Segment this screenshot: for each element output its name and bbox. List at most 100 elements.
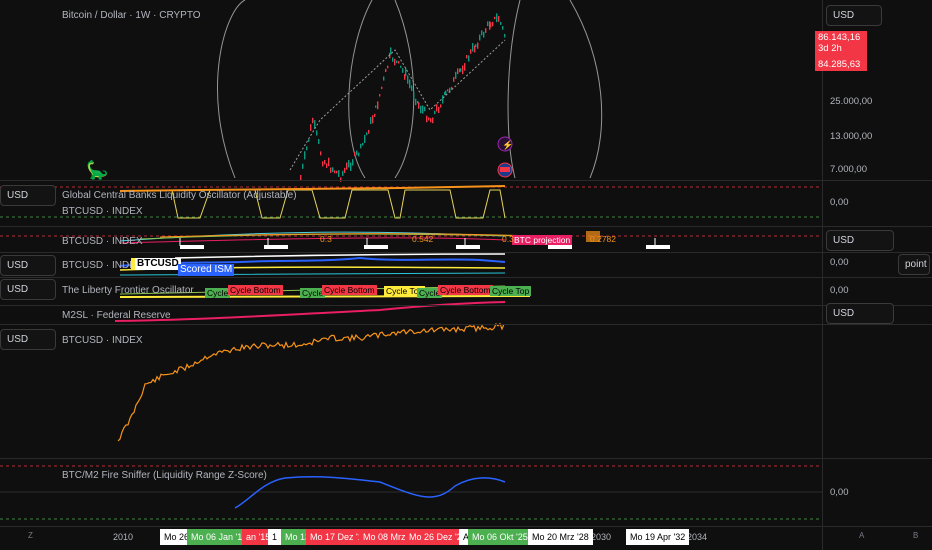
candle bbox=[385, 68, 387, 73]
pane-separator[interactable] bbox=[0, 526, 932, 527]
pane-separator[interactable] bbox=[0, 180, 932, 181]
cycle-value: 0.542 bbox=[412, 234, 434, 244]
candle bbox=[415, 98, 417, 106]
candle bbox=[362, 142, 364, 146]
candle bbox=[377, 101, 379, 110]
candle bbox=[447, 89, 449, 92]
currency-button[interactable]: USD bbox=[826, 303, 894, 324]
candle bbox=[405, 67, 407, 77]
candle bbox=[492, 21, 494, 27]
currency-button[interactable]: USD bbox=[826, 5, 882, 26]
candle bbox=[472, 43, 474, 52]
currency-button[interactable]: USD bbox=[0, 279, 56, 300]
pane-title-liberty[interactable]: The Liberty Frontier Oscillator bbox=[62, 285, 194, 296]
pane-title-cycle[interactable]: BTCUSD · INDEX bbox=[62, 236, 143, 247]
candle bbox=[502, 26, 504, 30]
candle bbox=[356, 150, 358, 156]
event-markers: ⚡ 🦕 bbox=[86, 136, 513, 180]
candle bbox=[336, 170, 338, 174]
candle bbox=[364, 134, 366, 144]
corner-z-icon[interactable]: Z bbox=[28, 531, 33, 540]
pane-separator[interactable] bbox=[0, 277, 932, 278]
candle bbox=[477, 42, 479, 49]
svg-text:⚡: ⚡ bbox=[502, 139, 513, 151]
candle bbox=[500, 21, 502, 25]
candle bbox=[324, 159, 326, 165]
pane-separator[interactable] bbox=[0, 305, 932, 306]
corner-a-icon[interactable]: A bbox=[859, 531, 864, 540]
year-label: 2030 bbox=[591, 532, 612, 542]
candle bbox=[312, 117, 314, 124]
candle bbox=[354, 151, 356, 157]
time-axis-label: Mo 20 Mrz '28 bbox=[528, 529, 593, 545]
candle bbox=[426, 115, 428, 123]
pane-separator[interactable] bbox=[0, 226, 932, 227]
ism-white-line bbox=[174, 253, 506, 259]
candle bbox=[332, 167, 334, 173]
chart-canvas[interactable]: ⚡ 🦕 bbox=[0, 0, 932, 550]
candle bbox=[487, 21, 489, 27]
candle bbox=[434, 110, 436, 115]
candle bbox=[496, 13, 498, 23]
candle bbox=[475, 44, 477, 48]
candle bbox=[381, 86, 383, 90]
pane-title-liquidity[interactable]: Global Central Banks Liquidity Oscillato… bbox=[62, 190, 297, 201]
price-candles bbox=[300, 13, 506, 182]
candle bbox=[462, 65, 464, 75]
candle bbox=[328, 157, 330, 167]
currency-button[interactable]: USD bbox=[0, 185, 56, 206]
candle bbox=[428, 117, 430, 121]
candle bbox=[304, 151, 306, 160]
time-axis-label: Mo 06 Okt '25 bbox=[468, 529, 532, 545]
candle bbox=[383, 76, 385, 81]
pane-title-fire-sniffer[interactable]: BTC/M2 Fire Sniffer (Liquidity Range Z-S… bbox=[62, 470, 267, 481]
symbol-title[interactable]: Bitcoin / Dollar · 1W · CRYPTO bbox=[62, 10, 201, 21]
candle bbox=[379, 94, 381, 97]
candle bbox=[490, 22, 492, 28]
price-axis[interactable] bbox=[822, 0, 932, 550]
corner-b-icon[interactable]: B bbox=[913, 531, 918, 540]
candle bbox=[320, 151, 322, 156]
currency-button[interactable]: USD bbox=[0, 329, 56, 350]
candle bbox=[485, 28, 487, 33]
pane-title-m2[interactable]: M2SL · Federal Reserve bbox=[62, 310, 171, 321]
candle bbox=[420, 105, 422, 114]
candle bbox=[430, 118, 432, 123]
pane-title-btc-index[interactable]: BTCUSD · INDEX bbox=[62, 335, 143, 346]
bar-countdown: 3d 2h bbox=[818, 43, 842, 54]
candle bbox=[316, 130, 318, 136]
candle bbox=[302, 163, 304, 169]
pane-separator[interactable] bbox=[0, 458, 932, 459]
candle bbox=[400, 65, 402, 68]
cycle-label: Cycle Bottom bbox=[228, 285, 283, 295]
candle bbox=[374, 113, 376, 117]
candle bbox=[322, 161, 324, 167]
pane-axis-value: 0,00 bbox=[830, 285, 849, 296]
cycle-label: Cycle Top bbox=[490, 286, 532, 296]
candle bbox=[396, 60, 398, 64]
candle bbox=[370, 117, 372, 125]
candle bbox=[407, 75, 409, 84]
point-button[interactable]: point bbox=[898, 254, 930, 275]
cycle-value: 0.3 bbox=[320, 234, 332, 244]
candle bbox=[413, 91, 415, 100]
pane-axis-value: 0,00 bbox=[830, 487, 849, 498]
currency-button[interactable]: USD bbox=[0, 255, 56, 276]
candle bbox=[330, 167, 332, 173]
cycle-value: 0.3 bbox=[502, 234, 514, 244]
pane-axis-value: 0,00 bbox=[830, 257, 849, 268]
pane-separator[interactable] bbox=[0, 324, 932, 325]
last-price-value: 86.143,16 bbox=[818, 32, 861, 43]
candle bbox=[334, 170, 336, 174]
currency-button[interactable]: USD bbox=[826, 230, 894, 251]
price-axis-label: 25.000,00 bbox=[830, 96, 873, 107]
dino-icon: 🦕 bbox=[86, 159, 108, 180]
candle bbox=[375, 105, 377, 108]
candle bbox=[348, 160, 350, 168]
candle bbox=[455, 71, 457, 79]
candle bbox=[504, 33, 506, 38]
candle bbox=[442, 95, 444, 104]
pane-separator[interactable] bbox=[0, 252, 932, 253]
candle bbox=[479, 34, 481, 41]
price-axis-label: 7.000,00 bbox=[830, 164, 867, 175]
